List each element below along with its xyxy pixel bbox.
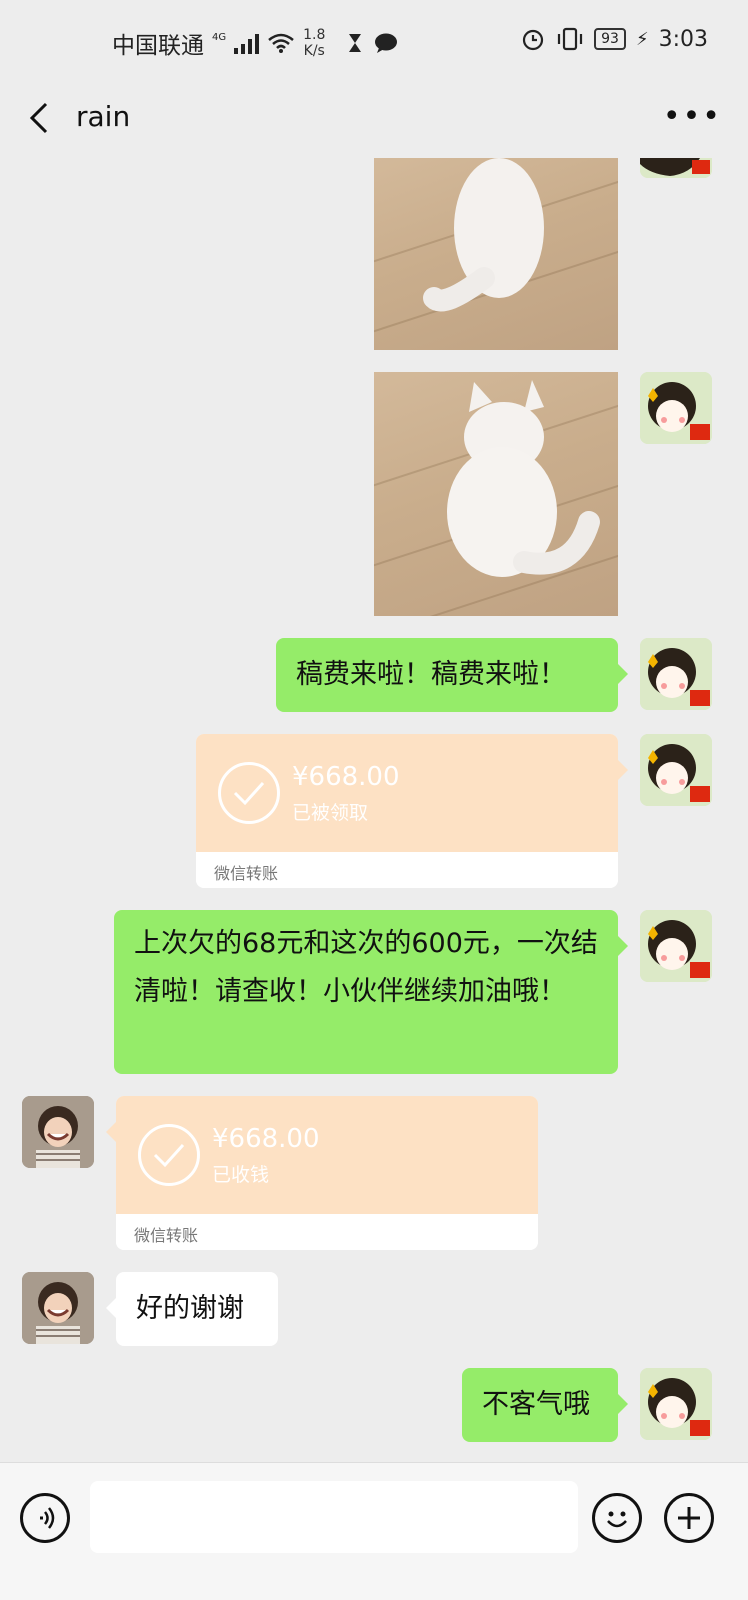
input-bar: [0, 1462, 748, 1600]
chat-header: rain •••: [0, 84, 748, 158]
avatar-me[interactable]: [640, 372, 712, 444]
check-icon: [218, 762, 280, 824]
cat-image: [447, 380, 600, 577]
check-icon: [138, 1124, 200, 1186]
signal-icon: [234, 32, 260, 54]
emoji-icon[interactable]: [592, 1493, 642, 1543]
message-text: 不客气哦: [482, 1389, 590, 1420]
transfer-status: 已收钱: [212, 1164, 270, 1186]
chat-title: rain: [76, 100, 131, 133]
avatar-me[interactable]: [640, 158, 712, 178]
received-message[interactable]: 好的谢谢: [106, 1272, 278, 1346]
avatar-me[interactable]: [640, 734, 712, 806]
hourglass-icon: [349, 34, 362, 52]
speed-value: 1.8: [303, 27, 326, 43]
add-icon[interactable]: [664, 1493, 714, 1543]
message-input[interactable]: [90, 1481, 578, 1553]
avatar-me[interactable]: [640, 910, 712, 982]
voice-icon[interactable]: [20, 1493, 70, 1543]
message-icon: [375, 33, 398, 53]
clock: 3:03: [658, 26, 708, 52]
speed-unit: K/s: [303, 43, 325, 59]
charging-icon: ⚡: [635, 28, 649, 50]
network-type: 4G: [212, 31, 227, 43]
alarm-icon: [523, 29, 544, 51]
message-text: 上次欠的68元和这次的600元，一次结清啦！请查收！小伙伴继续加油哦！: [134, 928, 598, 1007]
status-bar: 中国联通 4G 1.8 K/s 93 ⚡ 3:03: [0, 0, 748, 84]
transfer-amount: ¥668.00: [292, 762, 400, 792]
image-message[interactable]: [374, 158, 618, 350]
wifi-icon: [268, 33, 294, 53]
network-speed: 1.8 K/s: [303, 27, 325, 59]
avatar-rain[interactable]: [22, 1272, 94, 1344]
sent-message[interactable]: 稿费来啦！稿费来啦！: [276, 638, 628, 712]
transfer-card-top: ¥668.00 已被领取: [196, 734, 618, 852]
transfer-card-sent[interactable]: ¥668.00 已被领取 微信转账: [196, 734, 628, 888]
back-arrow-icon[interactable]: [22, 98, 62, 138]
sent-message[interactable]: 上次欠的68元和这次的600元，一次结清啦！请查收！小伙伴继续加油哦！: [114, 910, 628, 1074]
more-icon[interactable]: •••: [663, 102, 722, 132]
carrier-label: 中国联通: [112, 33, 204, 59]
vibrate-icon: [558, 27, 583, 51]
sent-message[interactable]: 不客气哦: [462, 1368, 628, 1442]
transfer-status: 已被领取: [292, 802, 369, 824]
transfer-card-received[interactable]: ¥668.00 已收钱 微信转账: [106, 1096, 538, 1250]
battery-indicator: 93: [594, 28, 626, 50]
message-text: 好的谢谢: [136, 1293, 244, 1324]
status-left: 中国联通 4G 1.8 K/s: [112, 26, 399, 60]
transfer-label: 微信转账: [116, 1214, 538, 1250]
message-text: 稿费来啦！稿费来啦！: [296, 659, 566, 690]
transfer-label: 微信转账: [196, 852, 618, 888]
transfer-amount: ¥668.00: [212, 1124, 320, 1154]
cat-image: [423, 158, 544, 312]
avatar-me[interactable]: [640, 638, 712, 710]
status-right: 93 ⚡ 3:03: [520, 26, 708, 52]
transfer-card-top: ¥668.00 已收钱: [116, 1096, 538, 1214]
image-message[interactable]: [374, 372, 618, 616]
avatar-me[interactable]: [640, 1368, 712, 1440]
avatar-rain[interactable]: [22, 1096, 94, 1168]
